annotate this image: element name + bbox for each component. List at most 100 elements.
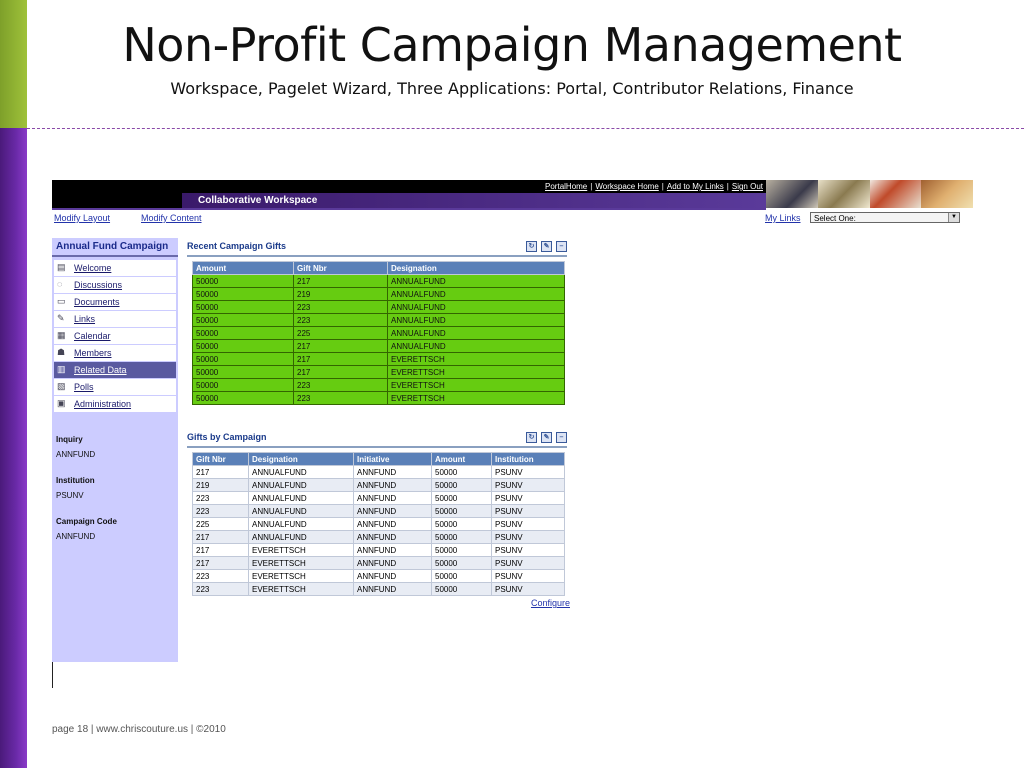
sidebar-item-label: Calendar [74, 331, 111, 341]
table-cell: 50000 [431, 478, 492, 492]
header-separator: | [590, 182, 593, 191]
gifts-by-campaign-table: Gift Nbr Designation Initiative Amount I… [192, 452, 565, 596]
column-header-amount[interactable]: Amount [192, 261, 294, 275]
table-cell: EVERETTSCH [387, 391, 565, 405]
table-row[interactable]: 217 EVERETTSCH ANNFUND 50000 PSUNV [192, 556, 565, 570]
table-row[interactable]: 50000 223 EVERETTSCH [192, 391, 565, 405]
chevron-down-icon[interactable]: ▼ [948, 213, 959, 222]
table-cell: 223 [293, 300, 388, 314]
table-row[interactable]: 223 ANNUALFUND ANNFUND 50000 PSUNV [192, 504, 565, 518]
recent-campaign-gifts-pagelet: Recent Campaign Gifts ↻ ✎ – Amount Gift … [187, 241, 567, 405]
table-row[interactable]: 50000 223 EVERETTSCH [192, 378, 565, 392]
slide-subtitle: Workspace, Pagelet Wizard, Three Applica… [170, 79, 854, 98]
table-row[interactable]: 50000 223 ANNUALFUND [192, 313, 565, 327]
table-row[interactable]: 219 ANNUALFUND ANNFUND 50000 PSUNV [192, 478, 565, 492]
edit-icon[interactable]: ✎ [541, 241, 552, 252]
modify-layout-link[interactable]: Modify Layout [54, 213, 110, 223]
column-header-designation[interactable]: Designation [248, 452, 354, 466]
table-cell: ANNUALFUND [248, 504, 354, 518]
pagelet-header: Gifts by Campaign ↻ ✎ – [187, 432, 567, 448]
table-cell: 50000 [431, 556, 492, 570]
sidebar-item-polls[interactable]: ▧ Polls [54, 379, 176, 395]
add-to-my-links-link[interactable]: Add to My Links [667, 182, 724, 191]
column-header-amount[interactable]: Amount [431, 452, 492, 466]
sidebar-item-related-data[interactable]: ▥ Related Data [54, 362, 176, 378]
table-row[interactable]: 217 ANNUALFUND ANNFUND 50000 PSUNV [192, 530, 565, 544]
table-cell: ANNFUND [353, 530, 432, 544]
table-cell: ANNFUND [353, 517, 432, 531]
edit-icon[interactable]: ✎ [541, 432, 552, 443]
workspace-title: Collaborative Workspace [182, 193, 766, 208]
sign-out-link[interactable]: Sign Out [732, 182, 763, 191]
table-cell: ANNUALFUND [387, 274, 565, 288]
slide-title: Non-Profit Campaign Management [122, 18, 902, 72]
inquiry-value: ANNFUND [56, 450, 96, 459]
pagelet-controls: ↻ ✎ – [526, 432, 567, 443]
refresh-icon[interactable]: ↻ [526, 241, 537, 252]
table-row[interactable]: 223 ANNUALFUND ANNFUND 50000 PSUNV [192, 491, 565, 505]
table-cell: 223 [293, 313, 388, 327]
my-links-select[interactable]: Select One: ▼ [810, 212, 960, 223]
header-photo [766, 180, 818, 208]
sidebar-item-calendar[interactable]: ▦ Calendar [54, 328, 176, 344]
table-row[interactable]: 50000 217 EVERETTSCH [192, 352, 565, 366]
table-row[interactable]: 50000 219 ANNUALFUND [192, 287, 565, 301]
table-row[interactable]: 217 EVERETTSCH ANNFUND 50000 PSUNV [192, 543, 565, 557]
table-row[interactable]: 217 ANNUALFUND ANNFUND 50000 PSUNV [192, 465, 565, 479]
portal-home-link[interactable]: PortalHome [545, 182, 587, 191]
column-header-institution[interactable]: Institution [491, 452, 565, 466]
sidebar-item-label: Links [74, 314, 96, 324]
table-cell: ANNFUND [353, 504, 432, 518]
gifts-by-campaign-pagelet: Gifts by Campaign ↻ ✎ – Gift Nbr Designa… [187, 432, 570, 610]
portal-header: PortalHome | Workspace Home | Add to My Link… [52, 180, 973, 208]
table-row[interactable]: 50000 217 EVERETTSCH [192, 365, 565, 379]
table-row[interactable]: 50000 217 ANNUALFUND [192, 339, 565, 353]
table-cell: 50000 [192, 287, 294, 301]
table-cell: 217 [293, 339, 388, 353]
table-cell: 217 [192, 465, 249, 479]
table-cell: 50000 [192, 300, 294, 314]
slide-accent-purple [0, 128, 27, 768]
sidebar-item-administration[interactable]: ▣ Administration [54, 396, 176, 412]
column-header-initiative[interactable]: Initiative [353, 452, 432, 466]
link-icon: ✎ [57, 313, 65, 323]
table-cell: ANNUALFUND [387, 326, 565, 340]
column-header-gift-nbr[interactable]: Gift Nbr [293, 261, 388, 275]
sidebar-item-links[interactable]: ✎ Links [54, 311, 176, 327]
table-cell: 217 [293, 274, 388, 288]
table-cell: ANNFUND [353, 465, 432, 479]
table-row[interactable]: 223 EVERETTSCH ANNFUND 50000 PSUNV [192, 569, 565, 583]
table-row[interactable]: 50000 223 ANNUALFUND [192, 300, 565, 314]
table-cell: PSUNV [491, 491, 565, 505]
calendar-icon: ▦ [57, 330, 66, 340]
configure-link[interactable]: Configure [531, 598, 570, 608]
table-row[interactable]: 50000 225 ANNUALFUND [192, 326, 565, 340]
speech-bubble-icon: ◌ [57, 279, 63, 289]
table-cell: 223 [293, 378, 388, 392]
sidebar-item-label: Documents [74, 297, 120, 307]
sidebar-item-welcome[interactable]: ▤ Welcome [54, 260, 176, 276]
table-row[interactable]: 223 EVERETTSCH ANNFUND 50000 PSUNV [192, 582, 565, 596]
workspace-home-link[interactable]: Workspace Home [595, 182, 658, 191]
my-links-link[interactable]: My Links [765, 213, 801, 223]
header-photo [817, 180, 870, 208]
table-row[interactable]: 50000 217 ANNUALFUND [192, 274, 565, 288]
table-cell: 223 [192, 569, 249, 583]
table-row[interactable]: 225 ANNUALFUND ANNFUND 50000 PSUNV [192, 517, 565, 531]
column-header-designation[interactable]: Designation [387, 261, 565, 275]
sidebar-item-documents[interactable]: ▭ Documents [54, 294, 176, 310]
inquiry-label: Inquiry [56, 435, 83, 444]
table-cell: PSUNV [491, 530, 565, 544]
table-cell: 223 [293, 391, 388, 405]
sidebar-item-members[interactable]: ☗ Members [54, 345, 176, 361]
minimize-icon[interactable]: – [556, 432, 567, 443]
workspace-sidebar: Annual Fund Campaign ▤ Welcome ◌ Discussio… [52, 238, 178, 662]
sidebar-item-discussions[interactable]: ◌ Discussions [54, 277, 176, 293]
table-cell: EVERETTSCH [248, 556, 354, 570]
minimize-icon[interactable]: – [556, 241, 567, 252]
pagelet-title: Recent Campaign Gifts [187, 241, 287, 251]
table-cell: 50000 [192, 339, 294, 353]
modify-content-link[interactable]: Modify Content [141, 213, 202, 223]
refresh-icon[interactable]: ↻ [526, 432, 537, 443]
column-header-gift-nbr[interactable]: Gift Nbr [192, 452, 249, 466]
